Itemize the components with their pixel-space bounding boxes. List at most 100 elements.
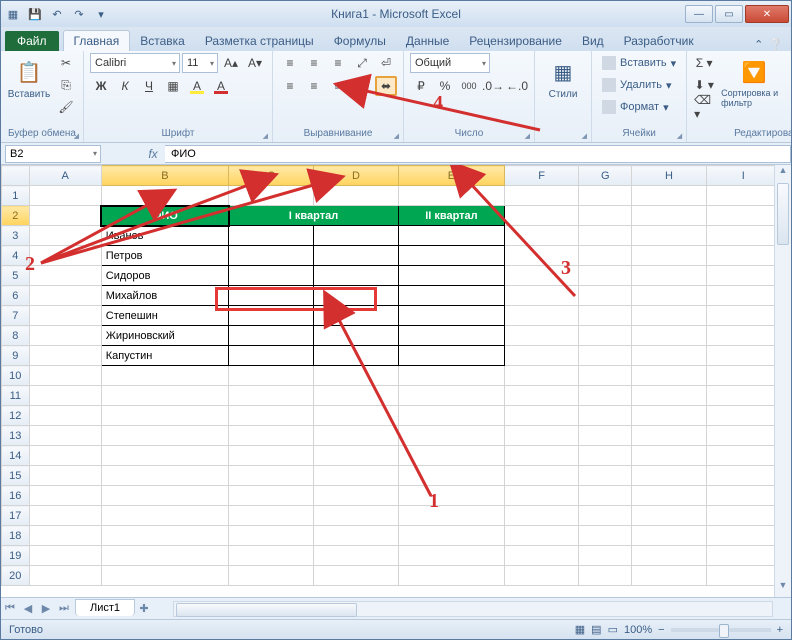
cell[interactable] [579, 386, 632, 406]
app-icon[interactable]: ▦ [3, 4, 23, 24]
cell[interactable] [229, 186, 314, 206]
insert-cells-button[interactable]: Вставить ▾ [598, 53, 680, 73]
cell[interactable] [632, 406, 706, 426]
minimize-button[interactable]: — [685, 5, 713, 23]
row-header[interactable]: 7 [2, 306, 30, 326]
formula-input[interactable]: ФИО [165, 145, 791, 163]
cell[interactable] [229, 226, 314, 246]
cell[interactable] [706, 326, 780, 346]
cell[interactable] [229, 326, 314, 346]
cell[interactable] [229, 246, 314, 266]
wrap-text-icon[interactable]: ⏎ [375, 53, 397, 73]
cut-icon[interactable]: ✂ [55, 53, 77, 73]
cell[interactable]: Михайлов [101, 286, 228, 306]
cell[interactable] [313, 566, 398, 586]
cell[interactable] [632, 186, 706, 206]
cell[interactable]: I квартал [229, 206, 399, 226]
cell[interactable] [505, 446, 579, 466]
cell[interactable] [632, 566, 706, 586]
cell[interactable] [706, 386, 780, 406]
border-icon[interactable]: ▦ [162, 76, 184, 96]
qat-undo-icon[interactable]: ↶ [47, 4, 67, 24]
cell[interactable] [101, 486, 228, 506]
cell[interactable] [101, 386, 228, 406]
row-header[interactable]: 12 [2, 406, 30, 426]
view-pagebreak-icon[interactable]: ▭ [608, 623, 618, 636]
cell[interactable] [632, 206, 706, 226]
cell[interactable] [579, 266, 632, 286]
cell[interactable] [706, 446, 780, 466]
cell[interactable] [229, 366, 314, 386]
cell[interactable]: Иванов [101, 226, 228, 246]
cell[interactable] [505, 506, 579, 526]
font-color-icon[interactable]: A [210, 76, 232, 96]
cell[interactable] [505, 186, 579, 206]
cell[interactable] [505, 266, 579, 286]
cell[interactable] [706, 466, 780, 486]
align-bottom-icon[interactable]: ≡ [327, 53, 349, 73]
shrink-font-icon[interactable]: A▾ [244, 53, 266, 73]
font-name-combo[interactable]: Calibri [90, 53, 180, 73]
cell[interactable] [101, 466, 228, 486]
cell[interactable] [229, 506, 314, 526]
qat-customize-icon[interactable]: ▾ [91, 4, 111, 24]
maximize-button[interactable]: ▭ [715, 5, 743, 23]
cell[interactable] [706, 306, 780, 326]
cell[interactable] [229, 546, 314, 566]
align-middle-icon[interactable]: ≡ [303, 53, 325, 73]
scroll-down-icon[interactable]: ▼ [775, 580, 791, 597]
cell[interactable] [706, 566, 780, 586]
zoom-level[interactable]: 100% [624, 624, 652, 636]
col-header[interactable]: F [505, 166, 579, 186]
cell[interactable] [313, 266, 398, 286]
cell[interactable] [632, 506, 706, 526]
row-header[interactable]: 1 [2, 186, 30, 206]
row-header[interactable]: 4 [2, 246, 30, 266]
cell[interactable] [398, 486, 504, 506]
row-header[interactable]: 13 [2, 426, 30, 446]
cell[interactable] [579, 186, 632, 206]
cell[interactable] [398, 406, 504, 426]
increase-decimal-icon[interactable]: .0→ [482, 76, 504, 96]
cell[interactable] [29, 246, 101, 266]
decrease-indent-icon[interactable]: ⇤ [351, 76, 373, 96]
cell[interactable] [579, 426, 632, 446]
align-left-icon[interactable]: ≡ [279, 76, 301, 96]
currency-icon[interactable]: ₽ [410, 76, 432, 96]
row-header[interactable]: 2 [2, 206, 30, 226]
tab-review[interactable]: Рецензирование [459, 31, 572, 51]
scroll-up-icon[interactable]: ▲ [775, 165, 791, 182]
cell[interactable] [398, 466, 504, 486]
cell[interactable]: Жириновский [101, 326, 228, 346]
grow-font-icon[interactable]: A▴ [220, 53, 242, 73]
cell[interactable] [398, 366, 504, 386]
comma-icon[interactable]: 000 [458, 76, 480, 96]
cell[interactable] [29, 366, 101, 386]
cell[interactable] [398, 546, 504, 566]
cell[interactable] [398, 186, 504, 206]
cell[interactable] [229, 566, 314, 586]
cell[interactable] [229, 266, 314, 286]
bold-button[interactable]: Ж [90, 76, 112, 96]
cell[interactable] [706, 546, 780, 566]
cell[interactable] [706, 486, 780, 506]
cell[interactable] [101, 186, 228, 206]
fill-icon[interactable]: ⬇ ▾ [693, 75, 715, 95]
cell[interactable] [632, 546, 706, 566]
cell[interactable] [229, 526, 314, 546]
cell[interactable] [313, 366, 398, 386]
cell[interactable] [505, 566, 579, 586]
number-format-combo[interactable]: Общий [410, 53, 490, 73]
cell[interactable] [579, 226, 632, 246]
cell[interactable] [505, 426, 579, 446]
cell[interactable] [101, 426, 228, 446]
cell[interactable] [706, 186, 780, 206]
qat-redo-icon[interactable]: ↷ [69, 4, 89, 24]
align-top-icon[interactable]: ≡ [279, 53, 301, 73]
cell[interactable] [505, 406, 579, 426]
tab-insert[interactable]: Вставка [130, 31, 195, 51]
cell[interactable]: Степешин [101, 306, 228, 326]
cell[interactable] [706, 366, 780, 386]
tab-developer[interactable]: Разработчик [614, 31, 704, 51]
cell[interactable] [505, 246, 579, 266]
